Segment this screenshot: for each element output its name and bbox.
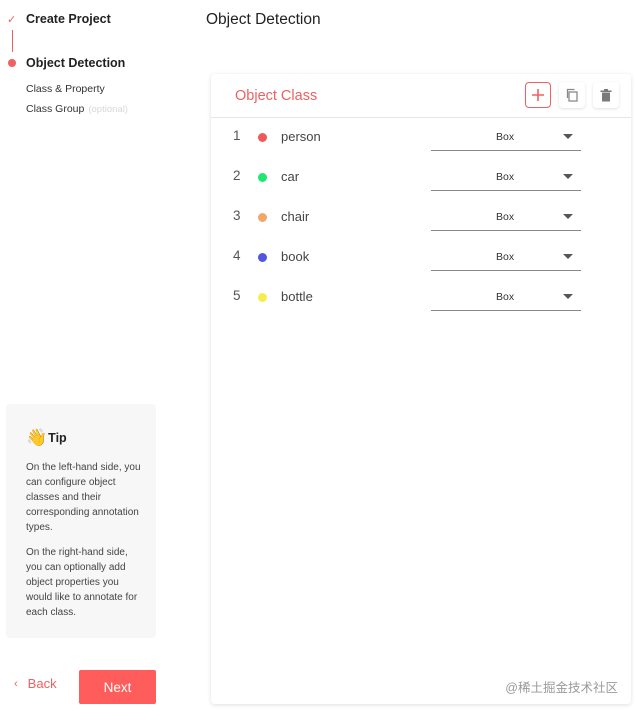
watermark: @稀土掘金技术社区 — [505, 681, 618, 695]
class-row: 1 person Box — [211, 124, 631, 151]
next-button[interactable]: Next — [79, 670, 156, 704]
check-icon: ✓ — [7, 14, 17, 26]
class-name[interactable]: bottle — [281, 289, 313, 304]
optional-tag: (optional) — [88, 104, 128, 115]
caret-down-icon — [563, 254, 573, 259]
class-color-dot[interactable] — [258, 133, 267, 142]
class-color-dot[interactable] — [258, 293, 267, 302]
class-name[interactable]: chair — [281, 209, 309, 224]
active-step-dot — [8, 59, 16, 67]
annotation-type-select[interactable]: Box — [431, 244, 581, 271]
step-object-detection[interactable]: Object Detection — [26, 56, 125, 70]
class-name[interactable]: book — [281, 249, 309, 264]
class-row: 4 book Box — [211, 244, 631, 271]
tip-title-text: Tip — [48, 431, 67, 445]
annotation-type-value: Box — [496, 171, 515, 183]
object-class-card: Object Class 1 person Box 2 car Box 3 ch… — [211, 74, 631, 704]
caret-down-icon — [563, 214, 573, 219]
tip-paragraph-right: On the right-hand side, you can optional… — [26, 547, 138, 618]
class-index: 3 — [233, 208, 241, 223]
class-index: 4 — [233, 248, 241, 263]
tip-card: 👋 Tip On the left-hand side, you can con… — [6, 404, 156, 638]
class-row: 2 car Box — [211, 164, 631, 191]
back-button[interactable]: ‹ Back — [14, 676, 57, 691]
annotation-type-value: Box — [496, 211, 515, 223]
class-row: 3 chair Box — [211, 204, 631, 231]
chevron-left-icon: ‹ — [14, 677, 18, 690]
caret-down-icon — [563, 174, 573, 179]
class-index: 1 — [233, 128, 241, 143]
step-create-project[interactable]: Create Project — [26, 12, 111, 26]
step-connector — [12, 30, 13, 52]
plus-icon — [532, 89, 544, 101]
card-title: Object Class — [235, 88, 318, 104]
tip-paragraph-left: On the left-hand side, you can configure… — [26, 462, 141, 533]
annotation-type-value: Box — [496, 291, 515, 303]
class-name[interactable]: car — [281, 169, 299, 184]
annotation-type-value: Box — [496, 131, 515, 143]
substep-class-property[interactable]: Class & Property — [26, 83, 105, 95]
trash-icon — [600, 88, 612, 101]
annotation-type-select[interactable]: Box — [431, 204, 581, 231]
annotation-type-value: Box — [496, 251, 515, 263]
delete-class-button[interactable] — [593, 82, 619, 108]
copy-class-button[interactable] — [559, 82, 585, 108]
tip-title: 👋 Tip — [26, 428, 67, 448]
add-class-button[interactable] — [525, 82, 551, 108]
class-color-dot[interactable] — [258, 213, 267, 222]
class-row: 5 bottle Box — [211, 284, 631, 311]
page-title: Object Detection — [206, 11, 321, 28]
waving-hand-icon: 👋 — [26, 428, 48, 447]
card-divider — [211, 117, 631, 118]
annotation-type-select[interactable]: Box — [431, 164, 581, 191]
class-color-dot[interactable] — [258, 253, 267, 262]
substep-class-group[interactable]: Class Group (optional) — [26, 103, 128, 115]
copy-icon — [566, 88, 578, 102]
annotation-type-select[interactable]: Box — [431, 124, 581, 151]
substep-class-group-label: Class Group — [26, 103, 85, 115]
caret-down-icon — [563, 134, 573, 139]
class-name[interactable]: person — [281, 129, 321, 144]
back-button-label: Back — [27, 676, 57, 691]
class-color-dot[interactable] — [258, 173, 267, 182]
class-index: 5 — [233, 288, 241, 303]
annotation-type-select[interactable]: Box — [431, 284, 581, 311]
caret-down-icon — [563, 294, 573, 299]
class-index: 2 — [233, 168, 241, 183]
